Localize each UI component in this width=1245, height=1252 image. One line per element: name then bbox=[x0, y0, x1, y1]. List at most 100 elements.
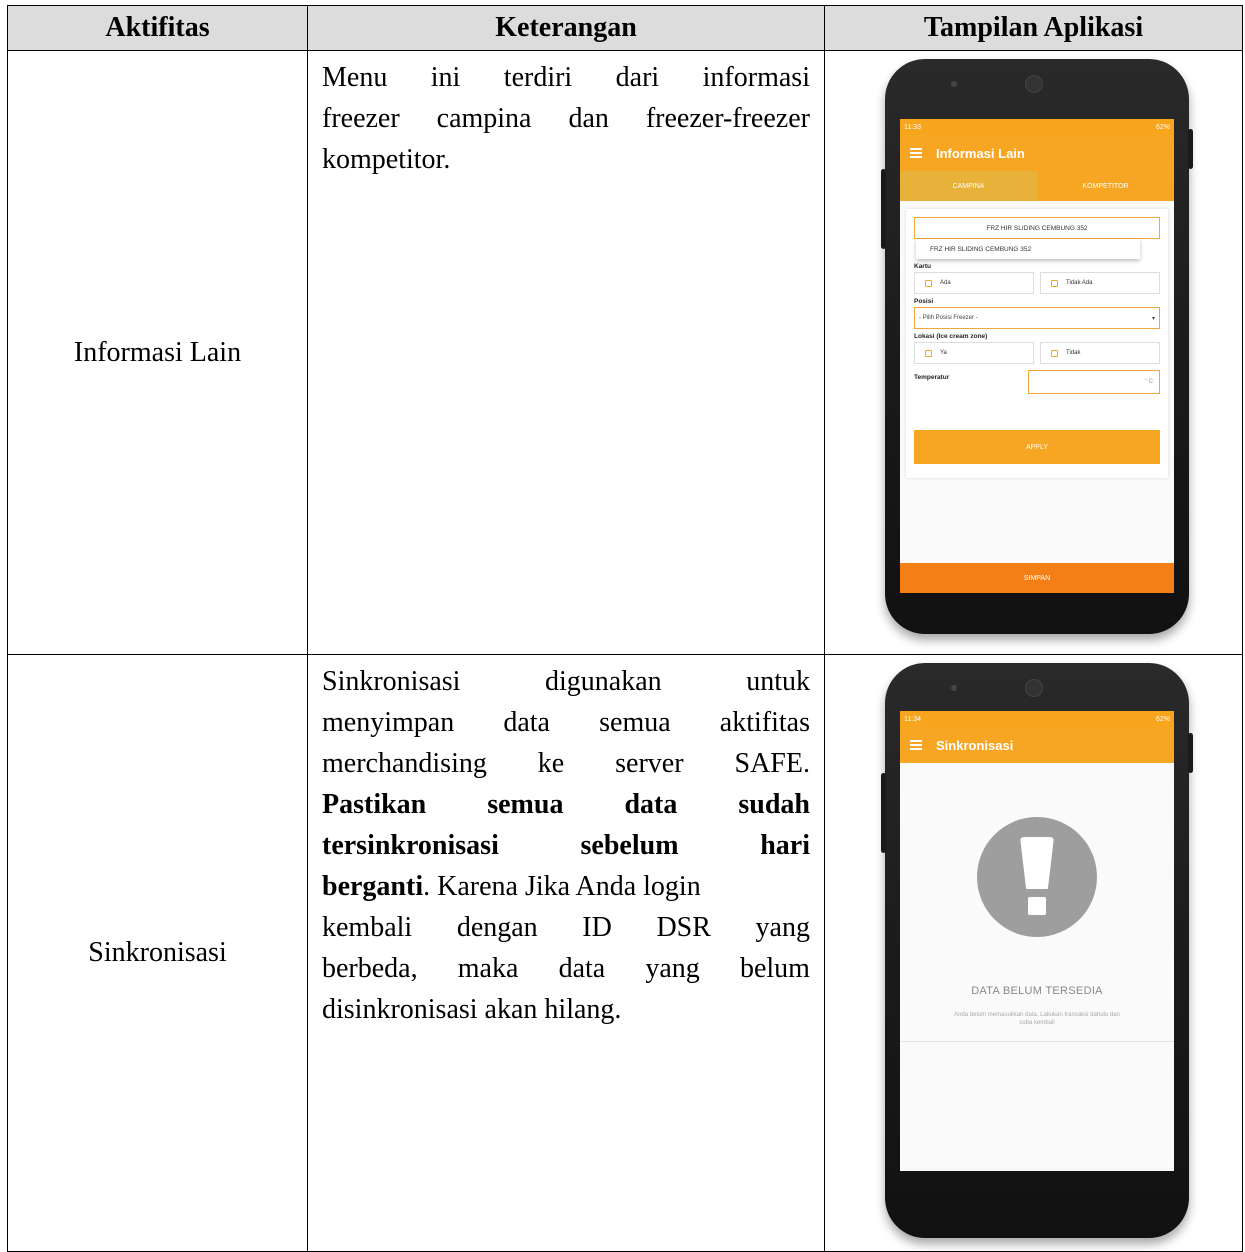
desc-word: data bbox=[558, 953, 606, 984]
phone-button bbox=[1188, 733, 1193, 773]
dropdown-option[interactable]: FRZ HIR SLIDING CEMBUNG 352 bbox=[916, 239, 1140, 259]
lokasi-tidak-checkbox[interactable]: Tidak bbox=[1040, 342, 1160, 364]
desc-word: maka bbox=[457, 953, 519, 984]
status-time: 11:34 bbox=[904, 715, 921, 723]
simpan-button[interactable]: SIMPAN bbox=[900, 563, 1174, 593]
bold-word: hari bbox=[760, 830, 810, 861]
desc-line: disinkronisasi akan hilang. bbox=[322, 994, 622, 1025]
lokasi-label: Lokasi (Ice cream zone) bbox=[914, 333, 988, 340]
phone-sensor bbox=[951, 81, 957, 87]
kartu-ada-checkbox[interactable]: Ada bbox=[914, 272, 1034, 294]
desc-line-bold: tersinkronisasi sebelum hari bbox=[322, 825, 810, 866]
description-cell: Menu ini terdiri dari informasi freezer campi… bbox=[307, 50, 825, 655]
form-card: FRZ HIR SLIDING CEMBUNG 352 FRZ HIR SLID… bbox=[906, 209, 1168, 478]
kartu-tidak-ada-checkbox[interactable]: Tidak Ada bbox=[1040, 272, 1160, 294]
desc-line: freezer campina dan freezer-freezer bbox=[322, 98, 810, 139]
desc-word: Sinkronisasi bbox=[322, 666, 461, 697]
desc-line: kompetitor. bbox=[322, 144, 451, 175]
desc-word: data bbox=[503, 707, 550, 738]
app-bar: Sinkronisasi bbox=[900, 727, 1174, 763]
checkbox-icon bbox=[925, 279, 932, 287]
desc-word: ID bbox=[582, 912, 612, 943]
desc-word: server bbox=[615, 748, 684, 779]
phone-sensor bbox=[951, 685, 957, 691]
desc-word: kembali bbox=[322, 912, 413, 943]
desc-text: . Karena Jika Anda login bbox=[423, 871, 701, 902]
divider bbox=[900, 1041, 1174, 1042]
status-bar: 11:34 62% bbox=[900, 711, 1174, 727]
posisi-label: Posisi bbox=[914, 298, 934, 305]
lokasi-ya-checkbox[interactable]: Ya bbox=[914, 342, 1034, 364]
temperatur-label: Temperatur bbox=[914, 374, 950, 381]
tab-kompetitor[interactable]: KOMPETITOR bbox=[1037, 171, 1174, 201]
desc-word: freezer-freezer bbox=[645, 103, 810, 134]
posisi-select[interactable]: - Pilih Posisi Freezer - ▾ bbox=[914, 307, 1160, 329]
phone-frame: 11:34 62% Sinkronisasi DATA BELUM TERSED… bbox=[881, 663, 1193, 1238]
desc-word: ini bbox=[430, 62, 461, 93]
desc-line: berganti. Karena Jika Anda login bbox=[322, 866, 810, 907]
desc-word: semua bbox=[599, 707, 671, 738]
desc-line-bold: Pastikan semua data sudah bbox=[322, 784, 810, 825]
phone-button bbox=[881, 773, 886, 853]
menu-icon[interactable] bbox=[910, 740, 922, 750]
desc-word: terdiri bbox=[503, 62, 573, 93]
desc-word: berbeda, bbox=[322, 953, 418, 984]
tab-campina[interactable]: CAMPINA bbox=[900, 171, 1037, 201]
desc-word: Menu bbox=[322, 62, 388, 93]
activity-cell: Sinkronisasi bbox=[7, 654, 308, 1252]
empty-title: DATA BELUM TERSEDIA bbox=[971, 985, 1103, 997]
menu-icon[interactable] bbox=[910, 148, 922, 158]
app-screenshot-cell: 11:34 62% Sinkronisasi DATA BELUM TERSED… bbox=[824, 654, 1243, 1252]
desc-word: dan bbox=[568, 103, 609, 134]
desc-line: merchandising ke server SAFE. bbox=[322, 743, 810, 784]
kartu-label: Kartu bbox=[914, 263, 931, 270]
header-tampilan: Tampilan Aplikasi bbox=[824, 5, 1243, 51]
desc-word: merchandising bbox=[322, 748, 487, 779]
desc-word: untuk bbox=[746, 666, 810, 697]
phone-frame: 11:33 62% Informasi Lain CAMPINA KOMPETI… bbox=[881, 59, 1193, 634]
desc-line: Sinkronisasi digunakan untuk bbox=[322, 661, 810, 702]
desc-word: aktifitas bbox=[719, 707, 810, 738]
desc-word: DSR bbox=[656, 912, 711, 943]
checkbox-icon bbox=[1051, 279, 1058, 287]
desc-word: ke bbox=[537, 748, 565, 779]
temperatur-input[interactable]: ° C bbox=[1028, 370, 1160, 394]
phone-button bbox=[881, 169, 886, 249]
desc-word: yang bbox=[645, 953, 700, 984]
activity-table: Aktifitas Keterangan Tampilan Aplikasi I… bbox=[7, 5, 1243, 1252]
phone-screen: 11:33 62% Informasi Lain CAMPINA KOMPETI… bbox=[900, 119, 1174, 593]
bold-word: data bbox=[624, 789, 678, 820]
apply-button[interactable]: APPLY bbox=[914, 430, 1160, 464]
desc-word: belum bbox=[739, 953, 810, 984]
header-aktifitas: Aktifitas bbox=[7, 5, 308, 51]
phone-camera bbox=[1025, 75, 1043, 93]
empty-subtitle: Anda belum memasukkan data. Lakukan tran… bbox=[954, 1012, 1120, 1026]
warning-icon bbox=[977, 817, 1097, 937]
app-bar: Informasi Lain bbox=[900, 135, 1174, 171]
tab-bar: CAMPINA KOMPETITOR bbox=[900, 171, 1174, 201]
desc-word: menyimpan bbox=[322, 707, 455, 738]
status-bar: 11:33 62% bbox=[900, 119, 1174, 135]
app-bar-title: Informasi Lain bbox=[936, 145, 1025, 161]
table-row: Sinkronisasi Sinkronisasi digunakan untuk … bbox=[7, 654, 1243, 1252]
option-label: Ya bbox=[940, 350, 947, 356]
desc-word: yang bbox=[755, 912, 810, 943]
freezer-dropdown[interactable]: FRZ HIR SLIDING CEMBUNG 352 bbox=[914, 217, 1160, 239]
checkbox-icon bbox=[1051, 349, 1058, 357]
desc-line: menyimpan data semua aktifitas bbox=[322, 702, 810, 743]
table-row: Informasi Lain Menu ini terdiri dari informa… bbox=[7, 50, 1243, 655]
option-label: Tidak Ada bbox=[1066, 280, 1093, 286]
dropdown-arrow-icon: ▾ bbox=[1151, 315, 1155, 322]
option-label: Ada bbox=[940, 280, 951, 286]
desc-word: digunakan bbox=[545, 666, 662, 697]
status-time: 11:33 bbox=[904, 123, 921, 131]
phone-button bbox=[1188, 129, 1193, 169]
bold-word: tersinkronisasi bbox=[322, 830, 499, 861]
desc-word: dari bbox=[615, 62, 660, 93]
desc-line: berbeda, maka data yang belum bbox=[322, 948, 810, 989]
empty-state: DATA BELUM TERSEDIA Anda belum memasukka… bbox=[900, 763, 1174, 1042]
header-keterangan: Keterangan bbox=[307, 5, 825, 51]
checkbox-icon bbox=[925, 349, 932, 357]
battery-level: 62% bbox=[1155, 715, 1170, 723]
desc-word: SAFE. bbox=[734, 748, 810, 779]
